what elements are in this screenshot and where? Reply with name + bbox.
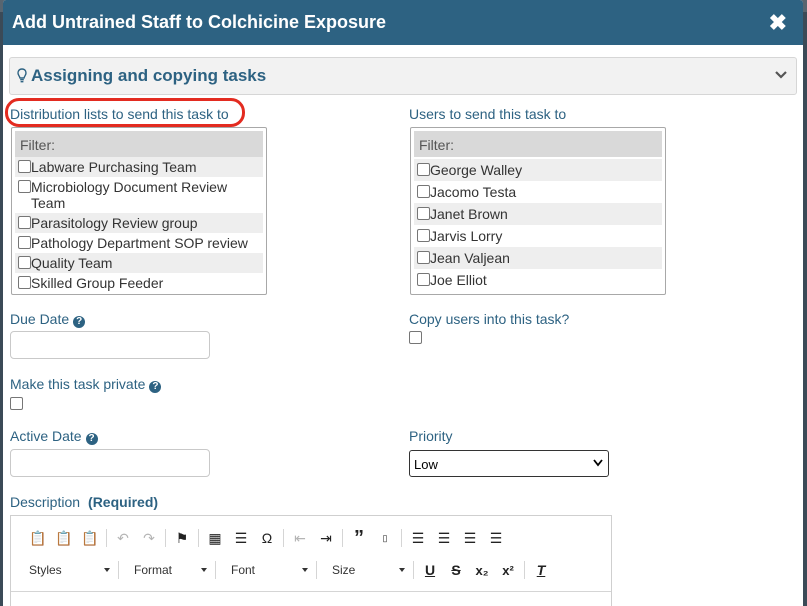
list-item[interactable]: Labware Purchasing Team	[15, 157, 263, 177]
toolbar-separator	[165, 529, 166, 547]
outdent-icon[interactable]: ⇤	[287, 527, 313, 549]
editor-toolbar-row-1: 📋 📋 📋 ↶ ↷ ⚑ ▦ ☰ Ω ⇤ ⇥ ” ▯ ☰ ☰ ☰ ☰	[25, 524, 509, 552]
active-date-input[interactable]	[10, 449, 210, 477]
special-char-icon[interactable]: Ω	[254, 527, 280, 549]
blockquote-icon[interactable]: ”	[346, 527, 372, 549]
copy-users-checkbox[interactable]	[409, 331, 422, 344]
toolbar-separator	[198, 529, 199, 547]
active-date-label: Active Date?	[10, 428, 98, 445]
checkbox[interactable]	[417, 229, 430, 242]
underline-icon[interactable]: U	[417, 559, 443, 581]
checkbox[interactable]	[417, 251, 430, 264]
undo-icon[interactable]: ↶	[110, 527, 136, 549]
chevron-down-icon	[302, 568, 308, 572]
table-icon[interactable]: ▦	[202, 527, 228, 549]
add-staff-dialog: Add Untrained Staff to Colchicine Exposu…	[3, 0, 803, 606]
dialog-header: Add Untrained Staff to Colchicine Exposu…	[3, 0, 803, 45]
chevron-down-icon	[399, 568, 405, 572]
question-circle-icon[interactable]: ?	[73, 316, 86, 328]
section-title: Assigning and copying tasks	[31, 66, 267, 85]
distribution-lists-label: Distribution lists to send this task to	[10, 106, 229, 122]
checkbox[interactable]	[417, 185, 430, 198]
list-item[interactable]: George Walley	[414, 159, 662, 181]
paste-text-icon[interactable]: 📋	[51, 527, 77, 549]
checkbox[interactable]	[417, 163, 430, 176]
align-right-icon[interactable]: ☰	[457, 527, 483, 549]
toolbar-separator	[118, 561, 119, 579]
users-filter[interactable]: Filter:	[414, 131, 662, 157]
description-editor[interactable]: 📋 📋 📋 ↶ ↷ ⚑ ▦ ☰ Ω ⇤ ⇥ ” ▯ ☰ ☰ ☰ ☰ Styles	[10, 515, 612, 606]
paste-icon[interactable]: 📋	[25, 527, 51, 549]
toolbar-separator	[106, 529, 107, 547]
chevron-down-icon	[104, 568, 110, 572]
description-label: Description (Required)	[10, 494, 159, 510]
styles-combo[interactable]: Styles	[17, 559, 115, 581]
anchor-flag-icon[interactable]: ⚑	[169, 527, 195, 549]
priority-label: Priority	[409, 428, 453, 444]
editor-divider	[11, 591, 611, 592]
list-item[interactable]: Skilled Group Feeder	[15, 273, 263, 293]
priority-select[interactable]: Low	[409, 450, 609, 477]
remove-format-icon[interactable]: T	[528, 559, 554, 581]
list-item[interactable]: Quality Team	[15, 253, 263, 273]
list-item[interactable]: Microbiology Document Review Team	[15, 177, 263, 213]
question-circle-icon[interactable]: ?	[149, 381, 162, 393]
users-box[interactable]: Filter: George Walley Jacomo Testa Janet…	[410, 127, 666, 295]
users-label: Users to send this task to	[409, 106, 567, 122]
paste-word-icon[interactable]: 📋	[77, 527, 103, 549]
checkbox[interactable]	[18, 236, 31, 249]
private-task-checkbox[interactable]	[10, 397, 23, 410]
font-combo[interactable]: Font	[219, 559, 313, 581]
due-date-label: Due Date?	[10, 311, 86, 328]
distribution-filter[interactable]: Filter:	[15, 131, 263, 157]
subscript-icon[interactable]: x₂	[469, 559, 495, 581]
distribution-lists-box[interactable]: Filter: Labware Purchasing Team Microbio…	[11, 127, 267, 295]
redo-icon[interactable]: ↷	[136, 527, 162, 549]
toolbar-separator	[401, 529, 402, 547]
strikethrough-icon[interactable]: S	[443, 559, 469, 581]
list-item[interactable]: Janet Brown	[414, 203, 662, 225]
private-task-label: Make this task private?	[10, 376, 162, 393]
div-icon[interactable]: ▯	[372, 527, 398, 549]
dialog-title: Add Untrained Staff to Colchicine Exposu…	[12, 12, 387, 32]
toolbar-separator	[316, 561, 317, 579]
checkbox[interactable]	[18, 180, 31, 193]
align-center-icon[interactable]: ☰	[431, 527, 457, 549]
checkbox[interactable]	[417, 273, 430, 286]
checkbox[interactable]	[18, 216, 31, 229]
list-item[interactable]: Pathology Department SOP review	[15, 233, 263, 253]
checkbox[interactable]	[417, 207, 430, 220]
format-combo[interactable]: Format	[122, 559, 212, 581]
section-assigning-tasks[interactable]: Assigning and copying tasks	[9, 57, 797, 95]
align-left-icon[interactable]: ☰	[405, 527, 431, 549]
list-item[interactable]: Jarvis Lorry	[414, 225, 662, 247]
toolbar-separator	[524, 561, 525, 579]
due-date-input[interactable]	[10, 331, 210, 359]
justify-icon[interactable]: ☰	[483, 527, 509, 549]
question-circle-icon[interactable]: ?	[85, 433, 98, 445]
toolbar-separator	[283, 529, 284, 547]
editor-toolbar-row-2: Styles Format Font Size U S x₂ x² T	[17, 556, 554, 584]
checkbox[interactable]	[18, 276, 31, 289]
checkbox[interactable]	[18, 256, 31, 269]
size-combo[interactable]: Size	[320, 559, 410, 581]
close-icon[interactable]: ✖	[769, 10, 787, 36]
list-item[interactable]: Parasitology Review group	[15, 213, 263, 233]
indent-icon[interactable]: ⇥	[313, 527, 339, 549]
horizontal-rule-icon[interactable]: ☰	[228, 527, 254, 549]
list-item[interactable]: Jacomo Testa	[414, 181, 662, 203]
checkbox[interactable]	[18, 160, 31, 173]
required-marker: (Required)	[88, 494, 159, 510]
lightbulb-icon	[17, 68, 27, 83]
toolbar-separator	[215, 561, 216, 579]
list-item[interactable]: Joe Elliot	[414, 269, 662, 291]
list-item[interactable]: Jean Valjean	[414, 247, 662, 269]
superscript-icon[interactable]: x²	[495, 559, 521, 581]
toolbar-separator	[413, 561, 414, 579]
chevron-down-icon[interactable]	[774, 68, 788, 82]
toolbar-separator	[342, 529, 343, 547]
chevron-down-icon	[201, 568, 207, 572]
copy-users-label: Copy users into this task?	[409, 311, 570, 327]
chevron-down-icon	[593, 459, 603, 467]
